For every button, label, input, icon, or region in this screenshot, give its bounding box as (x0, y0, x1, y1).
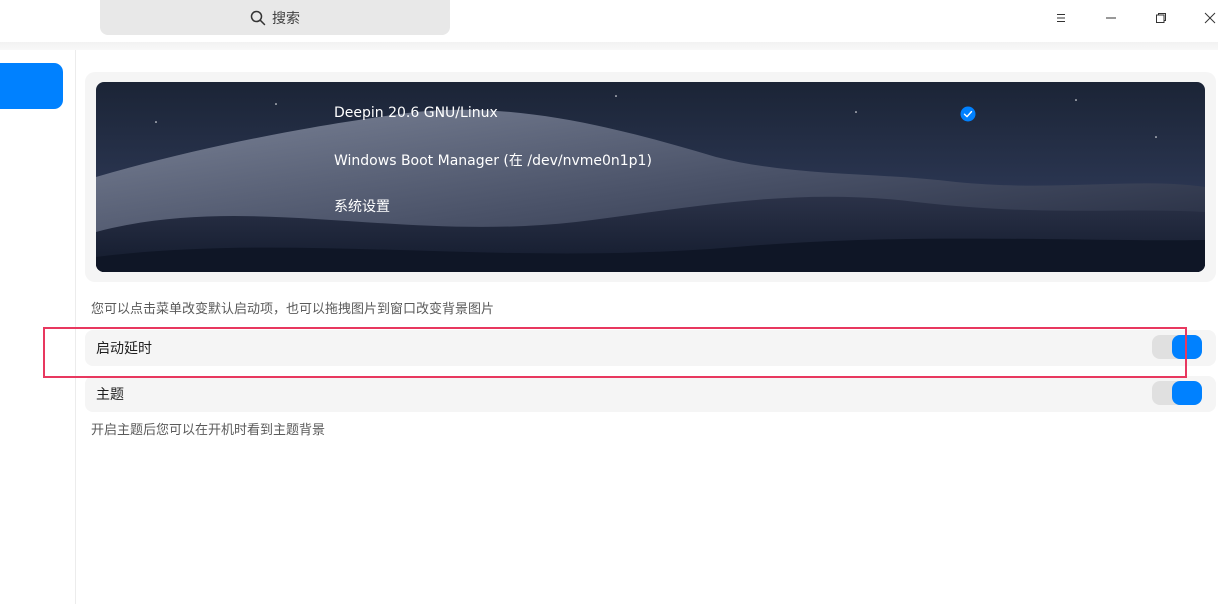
theme-label: 主题 (96, 387, 124, 403)
minimize-button[interactable] (1095, 4, 1127, 32)
boot-delay-row: 启动延时 (85, 330, 1216, 366)
theme-row: 主题 (85, 376, 1216, 412)
grub-menu-card: Deepin 20.6 GNU/Linux Windows Boot Manag… (85, 72, 1216, 282)
search-icon (250, 10, 266, 25)
close-button[interactable] (1194, 4, 1218, 32)
theme-switch[interactable] (1152, 381, 1202, 405)
switch-knob (1172, 381, 1202, 405)
sidebar (0, 50, 76, 604)
boot-delay-label: 启动延时 (96, 341, 152, 357)
restore-icon (1156, 13, 1166, 23)
boot-entry[interactable]: 系统设置 (334, 196, 390, 216)
boot-entry[interactable]: Windows Boot Manager (在 /dev/nvme0n1p1) (334, 150, 652, 170)
close-icon (1204, 12, 1216, 24)
minimize-icon (1106, 17, 1116, 19)
main-content: Deepin 20.6 GNU/Linux Windows Boot Manag… (77, 50, 1218, 604)
theme-hint-text: 开启主题后您可以在开机时看到主题背景 (91, 423, 326, 438)
desert-wallpaper (96, 82, 1205, 272)
checkmark-icon (960, 106, 976, 122)
maximize-button[interactable] (1145, 4, 1177, 32)
menu-button[interactable] (1045, 4, 1077, 32)
search-placeholder: 搜索 (272, 10, 300, 27)
switch-knob (1172, 335, 1202, 359)
search-box[interactable]: 搜索 (100, 0, 450, 35)
titlebar: 搜索 (0, 0, 1218, 42)
grub-hint-text: 您可以点击菜单改变默认启动项，也可以拖拽图片到窗口改变背景图片 (91, 302, 495, 317)
titlebar-divider (0, 42, 1218, 50)
grub-background-preview[interactable]: Deepin 20.6 GNU/Linux Windows Boot Manag… (96, 82, 1205, 272)
sidebar-item-selected[interactable] (0, 63, 63, 109)
boot-entry[interactable]: Deepin 20.6 GNU/Linux (334, 105, 498, 121)
menu-icon (1057, 14, 1065, 22)
boot-delay-switch[interactable] (1152, 335, 1202, 359)
